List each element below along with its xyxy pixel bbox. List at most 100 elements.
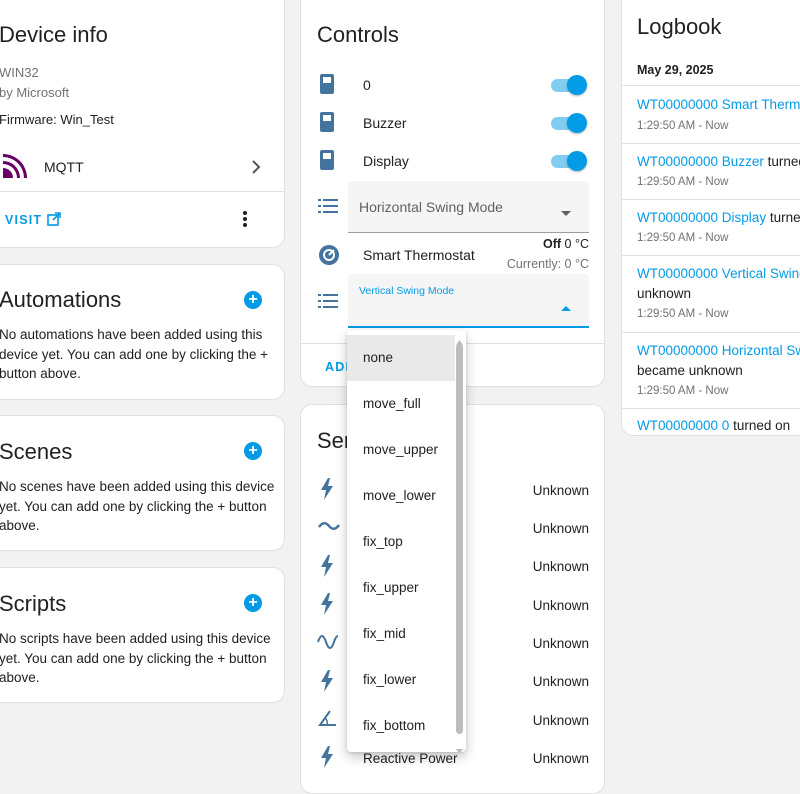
vertical-swing-select[interactable]: Vertical Swing Mode [348, 274, 589, 328]
sensor-value: Unknown [532, 636, 589, 651]
log-time: 1:29:50 AM - Now [637, 385, 729, 397]
dropdown-option[interactable]: fix_upper [347, 565, 455, 611]
switch-label-buzzer: Buzzer [363, 115, 407, 131]
switch-toggle-0[interactable] [549, 75, 587, 95]
flash-icon [320, 670, 342, 692]
switch-label-display: Display [363, 153, 409, 169]
sine-wave-icon [317, 632, 339, 654]
angle-icon [318, 710, 340, 732]
caret-down-icon [561, 204, 571, 222]
thermostat-icon [318, 244, 340, 266]
logbook-date: May 29, 2025 [637, 63, 714, 77]
divider [622, 143, 800, 144]
caret-up-icon [561, 298, 571, 316]
add-scene-button[interactable]: + [244, 442, 262, 460]
horizontal-swing-placeholder: Horizontal Swing Mode [359, 199, 503, 215]
log-entry[interactable]: WT00000000 Buzzer turned [637, 152, 800, 172]
integration-label: MQTT [44, 159, 84, 175]
open-external-icon [47, 212, 61, 231]
log-entity[interactable]: WT00000000 0 [637, 418, 729, 433]
log-time: 1:29:50 AM - Now [637, 232, 729, 244]
controls-card: Controls 0 Buzzer Display Horizontal Swi… [300, 0, 605, 387]
flash-icon [320, 593, 342, 615]
divider [622, 332, 800, 333]
switch-toggle-buzzer[interactable] [549, 113, 587, 133]
divider [622, 199, 800, 200]
log-entity[interactable]: WT00000000 Buzzer [637, 154, 764, 169]
scroll-down-arrow-icon [456, 741, 463, 752]
dropdown-option[interactable]: fix_lower [347, 657, 455, 703]
scripts-title: Scripts [0, 591, 67, 616]
device-manufacturer: by Microsoft [0, 85, 70, 100]
dropdown-option[interactable]: move_lower [347, 473, 455, 519]
sensor-label-reactive-power: Reactive Power [363, 751, 458, 766]
dropdown-scrollbar[interactable] [453, 330, 466, 752]
divider [622, 408, 800, 409]
switch-icon [319, 73, 341, 95]
chevron-right-icon [250, 159, 262, 180]
divider [622, 255, 800, 256]
sensor-value: Unknown [532, 674, 589, 689]
integration-row[interactable]: MQTT [0, 146, 284, 190]
switch-toggle-display[interactable] [549, 151, 587, 171]
sensor-value: Unknown [532, 483, 589, 498]
dropdown-option[interactable]: fix_mid [347, 611, 455, 657]
thermostat-label: Smart Thermostat [363, 247, 475, 263]
switch-label-0: 0 [363, 77, 371, 93]
divider [622, 85, 800, 86]
dropdown-option[interactable]: move_upper [347, 427, 455, 473]
sensor-value: Unknown [532, 521, 589, 536]
divider [0, 191, 284, 192]
log-entry[interactable]: WT00000000 Horizontal Sw [637, 341, 800, 361]
thermostat-mode: Off [543, 237, 562, 251]
log-entity[interactable]: WT00000000 Vertical Swing [637, 266, 800, 281]
sensor-value: Unknown [532, 713, 589, 728]
log-text-line2: unknown [637, 286, 692, 301]
log-time: 1:29:50 AM - Now [637, 120, 729, 132]
dropdown-option[interactable]: move_full [347, 381, 455, 427]
device-info-title: Device info [0, 22, 108, 47]
log-entity[interactable]: WT00000000 Horizontal Sw [637, 343, 800, 358]
dropdown-option[interactable]: fix_bottom [347, 703, 455, 749]
dropdown-option[interactable]: fix_top [347, 519, 455, 565]
visit-label: VISIT [5, 213, 43, 227]
log-text: turned [769, 210, 800, 225]
log-entry[interactable]: WT00000000 Vertical Swing [637, 264, 800, 284]
thermostat-state: Off 0 °C [543, 237, 589, 251]
add-script-button[interactable]: + [244, 594, 262, 612]
scenes-text: No scenes have been added using this dev… [0, 479, 275, 533]
log-entity[interactable]: WT00000000 Display [637, 210, 766, 225]
log-time: 1:29:50 AM - Now [637, 176, 729, 188]
flash-icon [320, 478, 342, 500]
log-text-line2: became unknown [637, 363, 743, 378]
log-entry[interactable]: WT00000000 Display turned [637, 208, 800, 228]
format-list-icon [318, 198, 340, 220]
scrollbar-thumb[interactable] [456, 344, 463, 734]
scripts-card: Scripts + No scripts have been added usi… [0, 567, 285, 703]
sensor-value: Unknown [532, 751, 589, 766]
add-automation-button[interactable]: + [244, 291, 262, 309]
thermostat-current: Currently: 0 °C [506, 257, 589, 271]
switch-icon [319, 111, 341, 133]
controls-title: Controls [317, 22, 399, 47]
mqtt-icon [1, 154, 27, 180]
format-list-icon [318, 293, 340, 315]
visit-button[interactable]: VISIT [5, 211, 61, 231]
logbook-card: Logbook May 29, 2025 WT00000000 Smart Th… [621, 0, 800, 436]
dropdown-option[interactable]: none [347, 335, 455, 381]
flash-icon [320, 746, 342, 768]
horizontal-swing-select[interactable]: Horizontal Swing Mode [348, 181, 589, 233]
automations-card: Automations + No automations have been a… [0, 264, 285, 400]
log-entry[interactable]: WT00000000 0 turned on [637, 416, 791, 435]
scripts-text: No scripts have been added using this de… [0, 631, 271, 685]
log-entity[interactable]: WT00000000 Smart Thermo [637, 97, 800, 112]
vertical-swing-label: Vertical Swing Mode [359, 285, 455, 297]
device-firmware: Firmware: Win_Test [0, 112, 114, 127]
more-vert-icon[interactable] [242, 210, 248, 233]
wave-icon [318, 519, 340, 541]
log-entry[interactable]: WT00000000 Smart Thermo [637, 95, 800, 115]
sensor-value: Unknown [532, 598, 589, 613]
automations-title: Automations [0, 287, 122, 312]
log-text: turned on [729, 418, 791, 433]
flash-icon [320, 555, 342, 577]
